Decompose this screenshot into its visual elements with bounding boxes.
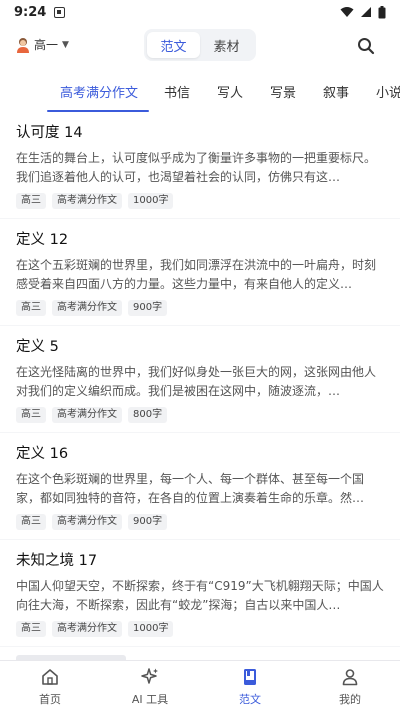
- nav-essays[interactable]: 范文: [200, 661, 300, 712]
- essay-card-partial[interactable]: [0, 647, 400, 660]
- grade-selector[interactable]: 高一 ▼: [16, 36, 69, 53]
- avatar-icon: [17, 37, 29, 53]
- person-icon: [342, 668, 358, 685]
- nav-home-label: 首页: [39, 692, 61, 706]
- essay-list[interactable]: 认可度 14 在生活的舞台上，认可度似乎成为了衡量许多事物的一把重要标尺。我们追…: [0, 112, 400, 660]
- nav-ai-tools[interactable]: AI 工具: [100, 661, 200, 712]
- content-type-switch: 范文 素材: [144, 29, 256, 61]
- tag-wordcount: 900字: [128, 514, 168, 530]
- tab-xushi[interactable]: 叙事: [323, 82, 349, 101]
- essay-tags: 高三 高考满分作文 800字: [16, 407, 384, 423]
- tag-grade: 高三: [16, 621, 46, 637]
- essay-card[interactable]: 定义 5 在这光怪陆离的世界中，我们好似身处一张巨大的网，这张网由他人对我们的定…: [0, 326, 400, 432]
- tag-wordcount: 1000字: [128, 193, 174, 209]
- tag-grade: 高三: [16, 300, 46, 316]
- tab-gaokao[interactable]: 高考满分作文: [60, 82, 138, 101]
- tab-xiaoshuo[interactable]: 小说: [376, 82, 400, 101]
- bottom-nav: 首页 AI 工具 范文 我的: [0, 660, 400, 712]
- notification-icon: [54, 6, 66, 18]
- top-bar: 高一 ▼ 范文 素材: [0, 28, 400, 64]
- battery-icon: [378, 5, 386, 18]
- essay-tags: 高三 高考满分作文 900字: [16, 514, 384, 530]
- tab-xiejing[interactable]: 写景: [270, 82, 296, 101]
- home-icon: [42, 668, 58, 685]
- nav-essays-label: 范文: [239, 692, 261, 706]
- chevron-down-icon: ▼: [62, 39, 69, 50]
- essay-tags: 高三 高考满分作文 1000字: [16, 193, 384, 209]
- wifi-icon: [340, 7, 354, 17]
- category-tabs: 高考满分作文 书信 写人 写景 叙事 小说: [0, 76, 400, 112]
- tag-wordcount: 800字: [128, 407, 168, 423]
- essay-excerpt: 在生活的舞台上，认可度似乎成为了衡量许多事物的一把重要标尺。我们追逐着他人的认可…: [16, 151, 377, 184]
- tag-category: 高考满分作文: [52, 621, 122, 637]
- tag-wordcount: 1000字: [128, 621, 174, 637]
- segment-fanwen[interactable]: 范文: [147, 32, 200, 58]
- status-icons: [340, 5, 386, 19]
- nav-profile[interactable]: 我的: [300, 661, 400, 712]
- essay-title: 认可度 14: [16, 125, 83, 141]
- essay-excerpt: 中国人仰望天空，不断探索，终于有“C919”大飞机翱翔天际；中国人向往大海，不断…: [16, 579, 384, 612]
- essay-title: 未知之境 17: [16, 553, 98, 569]
- grade-label: 高一: [34, 38, 59, 52]
- nav-profile-label: 我的: [339, 692, 361, 706]
- essay-title: 定义 12: [16, 232, 69, 248]
- essay-tags: 高三 高考满分作文 1000字: [16, 621, 384, 637]
- essay-title: 定义 16: [16, 446, 69, 462]
- essay-card[interactable]: 定义 16 在这个色彩斑斓的世界里，每一个人、每一个群体、甚至每一个国家，都如同…: [0, 433, 400, 539]
- signal-icon: [361, 7, 371, 17]
- essay-excerpt: 在这光怪陆离的世界中，我们好似身处一张巨大的网，这张网由他人对我们的定义编织而成…: [16, 365, 377, 398]
- tag-category: 高考满分作文: [52, 193, 122, 209]
- tag-grade: 高三: [16, 407, 46, 423]
- nav-ai-tools-label: AI 工具: [131, 692, 169, 706]
- search-icon[interactable]: [356, 36, 376, 56]
- tab-shuxin[interactable]: 书信: [164, 82, 190, 101]
- essay-excerpt: 在这个五彩斑斓的世界里，我们如同漂浮在洪流中的一叶扁舟，时刻感受着来自四面八方的…: [16, 258, 377, 291]
- segment-sucai[interactable]: 素材: [200, 32, 253, 58]
- status-bar: 9:24: [0, 0, 400, 24]
- tag-category: 高考满分作文: [52, 514, 122, 530]
- tag-grade: 高三: [16, 193, 46, 209]
- tag-category: 高考满分作文: [52, 300, 122, 316]
- essay-card[interactable]: 未知之境 17 中国人仰望天空，不断探索，终于有“C919”大飞机翱翔天际；中国…: [0, 540, 400, 646]
- essay-card[interactable]: 认可度 14 在生活的舞台上，认可度似乎成为了衡量许多事物的一把重要标尺。我们追…: [0, 112, 400, 218]
- tag-grade: 高三: [16, 514, 46, 530]
- essay-tags: 高三 高考满分作文 900字: [16, 300, 384, 316]
- nav-home[interactable]: 首页: [0, 661, 100, 712]
- tag-category: 高考满分作文: [52, 407, 122, 423]
- tag-wordcount: 900字: [128, 300, 168, 316]
- sparkle-icon: [141, 667, 158, 684]
- essay-title: 定义 5: [16, 339, 59, 355]
- book-icon: [244, 668, 256, 685]
- essay-card[interactable]: 定义 12 在这个五彩斑斓的世界里，我们如同漂浮在洪流中的一叶扁舟，时刻感受着来…: [0, 219, 400, 325]
- essay-excerpt: 在这个色彩斑斓的世界里，每一个人、每一个群体、甚至每一个国家，都如同独特的音符，…: [16, 472, 365, 505]
- tab-xieren[interactable]: 写人: [217, 82, 243, 101]
- status-time: 9:24: [14, 4, 47, 20]
